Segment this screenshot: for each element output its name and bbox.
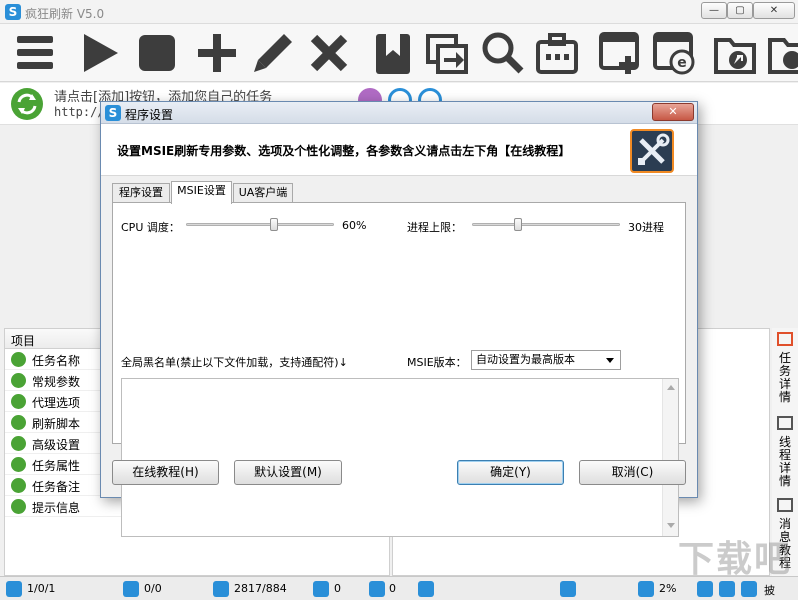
app-title: 疯狂刷新 V5.0 xyxy=(25,7,105,21)
tab-program-settings[interactable]: 程序设置 xyxy=(112,183,170,203)
delete-icon[interactable] xyxy=(306,30,352,76)
cpu-icon xyxy=(638,581,654,597)
svg-text:e: e xyxy=(677,55,687,71)
ie-count: 0 xyxy=(389,582,396,595)
bookmark-status-icon[interactable] xyxy=(697,581,713,597)
default-settings-button[interactable]: 默认设置(M) xyxy=(234,460,342,485)
main-toolbar: e xyxy=(0,24,798,82)
thread-count: 2817/884 xyxy=(234,582,287,595)
check-icon xyxy=(418,581,434,597)
blacklist-scrollbar[interactable] xyxy=(662,379,678,536)
thread-count-icon xyxy=(213,581,229,597)
prop-label: 提示信息 xyxy=(32,501,81,515)
message-icon xyxy=(11,499,26,514)
scroll-up-icon[interactable] xyxy=(667,385,675,390)
tab-ua-client[interactable]: UA客户端 xyxy=(233,183,293,203)
search-icon[interactable] xyxy=(480,30,526,76)
msie-version-value: 自动设置为最高版本 xyxy=(476,353,575,366)
play-icon[interactable] xyxy=(76,30,122,76)
task-count: 1/0/1 xyxy=(27,582,56,595)
ie-status-icon xyxy=(369,581,385,597)
app-logo-icon: S xyxy=(5,4,21,20)
cpu-label: CPU 调度： xyxy=(121,221,180,234)
process-limit-value: 30进程 xyxy=(628,221,664,234)
download-count: 0 xyxy=(334,582,341,595)
ie-icon[interactable]: e xyxy=(652,30,698,76)
online-tutorial-button[interactable]: 在线教程(H) xyxy=(112,460,219,485)
maximize-button[interactable]: ▢ xyxy=(727,2,753,19)
folder-refresh-icon[interactable] xyxy=(766,30,798,76)
prop-label: 常规参数 xyxy=(32,375,81,389)
msie-version-select[interactable]: 自动设置为最高版本 xyxy=(471,350,621,370)
clock-icon[interactable] xyxy=(719,581,735,597)
tools-icon xyxy=(630,129,674,173)
stop-icon[interactable] xyxy=(134,30,180,76)
cpu-slider-thumb[interactable] xyxy=(270,218,278,231)
cpu-usage: 2% xyxy=(659,582,677,595)
edit-icon[interactable] xyxy=(250,30,296,76)
menu-icon[interactable] xyxy=(12,30,58,76)
prop-label: 任务备注 xyxy=(32,480,81,494)
watermark: 下载吧 xyxy=(678,539,793,580)
note-icon xyxy=(11,478,26,493)
properties-header-label: 项目 xyxy=(11,334,36,348)
download-icon xyxy=(313,581,329,597)
refresh-count-icon xyxy=(123,581,139,597)
side-tab-thread-details[interactable]: 线程详情 xyxy=(774,436,796,488)
close-button[interactable]: ✕ xyxy=(753,2,795,19)
process-slider-thumb[interactable] xyxy=(514,218,522,231)
bookmark-icon[interactable] xyxy=(370,30,416,76)
main-title-bar: S 疯狂刷新 V5.0 — ▢ ✕ xyxy=(0,0,798,24)
tab-msie-settings[interactable]: MSIE设置 xyxy=(171,181,232,204)
process-limit-label: 进程上限： xyxy=(407,221,462,234)
cpu-value: 60% xyxy=(342,219,367,232)
process-slider-track[interactable] xyxy=(472,223,620,226)
side-tab-task-details[interactable]: 任务详情 xyxy=(774,352,796,404)
attributes-icon xyxy=(11,457,26,472)
dialog-title-bar: S 程序设置 ✕ xyxy=(101,102,697,124)
network-icon xyxy=(560,581,576,597)
dialog-title: 程序设置 xyxy=(125,108,174,122)
folder-export-icon[interactable] xyxy=(712,30,758,76)
settings-dialog: S 程序设置 ✕ 设置MSIE刷新专用参数、选项及个性化调整，各参数含义请点击左… xyxy=(100,101,698,537)
proxy-icon xyxy=(11,394,26,409)
dialog-logo-icon: S xyxy=(105,105,121,121)
refresh-count: 0/0 xyxy=(144,582,162,595)
prop-label: 高级设置 xyxy=(32,438,81,452)
dialog-close-button[interactable]: ✕ xyxy=(652,103,694,121)
list-icon xyxy=(11,373,26,388)
prop-label: 任务属性 xyxy=(32,459,81,473)
chevron-down-icon xyxy=(606,358,614,363)
blacklist-textarea[interactable] xyxy=(121,378,679,537)
cancel-button[interactable]: 取消(C) xyxy=(579,460,686,485)
minimize-button[interactable]: — xyxy=(701,2,727,19)
task-details-icon xyxy=(777,332,793,346)
user-icon xyxy=(11,352,26,367)
refresh-icon xyxy=(10,87,44,121)
prop-label: 代理选项 xyxy=(32,396,81,410)
message-tutorial-icon xyxy=(777,498,793,512)
new-window-icon[interactable] xyxy=(598,30,644,76)
cpu-slider-track[interactable] xyxy=(186,223,334,226)
briefcase-icon[interactable] xyxy=(534,30,580,76)
status-tail: 披 xyxy=(764,584,775,597)
task-count-icon xyxy=(6,581,22,597)
copy-window-icon[interactable] xyxy=(424,30,470,76)
dialog-description: 设置MSIE刷新专用参数、选项及个性化调整，各参数含义请点击左下角【在线教程】 xyxy=(117,144,571,158)
dialog-header: 设置MSIE刷新专用参数、选项及个性化调整，各参数含义请点击左下角【在线教程】 xyxy=(101,124,697,176)
settings-icon xyxy=(11,436,26,451)
msie-version-label: MSIE版本： xyxy=(407,356,467,369)
blacklist-label: 全局黑名单(禁止以下文件加载，支持通配符)↓ xyxy=(121,356,348,369)
script-icon xyxy=(11,415,26,430)
msie-settings-panel: CPU 调度： 60% 进程上限： 30进程 全局黑名单(禁止以下文件加载，支持… xyxy=(112,202,686,537)
thread-details-icon xyxy=(777,416,793,430)
scroll-down-icon[interactable] xyxy=(667,523,675,528)
prop-label: 刷新脚本 xyxy=(32,417,81,431)
hint-url: http:// xyxy=(54,105,105,119)
prop-label: 任务名称 xyxy=(32,354,81,368)
ok-button[interactable]: 确定(Y) xyxy=(457,460,564,485)
add-icon[interactable] xyxy=(194,30,240,76)
speed-icon[interactable] xyxy=(741,581,757,597)
